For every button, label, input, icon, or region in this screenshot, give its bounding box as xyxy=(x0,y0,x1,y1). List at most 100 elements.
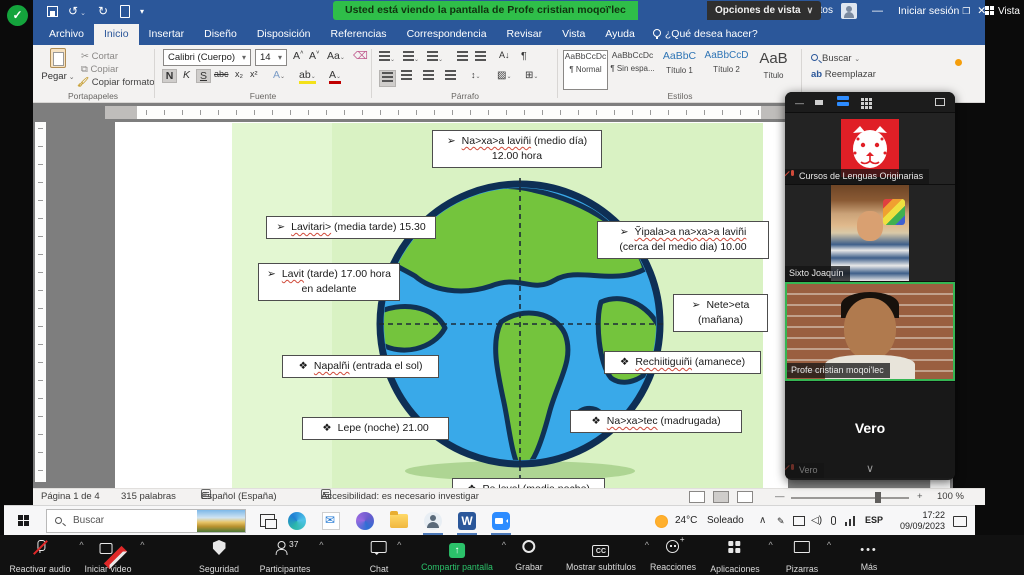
style-heading1[interactable]: AaBbCTítulo 1 xyxy=(657,50,702,90)
font-size-combo[interactable]: 14▾ xyxy=(255,49,287,66)
speaker-icon[interactable]: ◁) xyxy=(811,515,822,526)
chat-caret[interactable]: ^ xyxy=(397,540,401,550)
display-icon[interactable] xyxy=(793,516,805,526)
browser-profile-icon[interactable] xyxy=(356,512,374,530)
weather-sun-icon[interactable] xyxy=(655,515,668,528)
tab-archivo[interactable]: Archivo xyxy=(39,24,94,45)
weather-temp[interactable]: 24°C xyxy=(675,515,697,526)
label-tarde[interactable]: ➢Lavit (tarde) 17.00 hora en adelante xyxy=(258,263,400,301)
tab-diseno[interactable]: Diseño xyxy=(194,24,247,45)
share-screen-button[interactable]: ↑^ Compartir pantalla xyxy=(421,540,493,572)
meet-now-icon[interactable] xyxy=(424,512,442,530)
minimal-view-icon[interactable] xyxy=(815,100,823,105)
unmute-audio-button[interactable]: ^ Reactivar audio xyxy=(9,540,70,574)
borders-button[interactable]: ⊞⌄ xyxy=(525,70,538,81)
save-icon[interactable] xyxy=(47,6,58,17)
edge-browser-icon[interactable] xyxy=(288,512,306,530)
format-painter-button[interactable]: 🖌︎ Copiar formato xyxy=(77,77,155,88)
style-heading2[interactable]: AaBbCcDTítulo 2 xyxy=(704,50,749,90)
shading-button[interactable]: ▨⌄ xyxy=(497,70,511,81)
increase-indent-button[interactable] xyxy=(475,51,486,64)
label-noche[interactable]: ❖Lepe (noche) 21.00 xyxy=(302,417,449,440)
label-media-tarde[interactable]: ➢Lavitari> (media tarde) 15.30 xyxy=(266,216,436,239)
highlight-button[interactable]: ab⌄ xyxy=(299,69,316,84)
label-amanece[interactable]: ❖Rechiitiguiñi (amanece) xyxy=(604,351,761,374)
subscript-button[interactable]: x₂ xyxy=(235,69,243,79)
print-layout-icon[interactable] xyxy=(713,491,729,503)
language-tray[interactable]: ESP xyxy=(865,515,883,525)
search-highlight-image[interactable] xyxy=(197,510,245,532)
text-effects-button[interactable]: A⌄ xyxy=(273,69,285,81)
label-madrugada[interactable]: ❖Na>xa>tec (madrugada) xyxy=(570,410,742,433)
document-page[interactable]: ➢Na>xa>a laviñi (medio día) 12.00 hora ➢… xyxy=(115,122,788,488)
participant-tile-sixto[interactable]: Sixto Joaquín xyxy=(785,184,955,281)
zoom-percentage[interactable]: 100 % xyxy=(937,489,964,505)
task-view-icon[interactable] xyxy=(260,514,275,527)
mail-icon[interactable] xyxy=(322,512,340,530)
gallery-view-icon[interactable] xyxy=(861,98,872,109)
speaker-view-icon[interactable] xyxy=(837,96,849,108)
italic-button[interactable]: K xyxy=(180,69,193,81)
zoom-in-icon[interactable]: + xyxy=(917,489,923,505)
account-avatar[interactable] xyxy=(841,3,857,19)
tab-ayuda[interactable]: Ayuda xyxy=(595,24,645,45)
security-shield-icon[interactable]: ✓ xyxy=(7,5,28,26)
pen-icon[interactable]: ✎ xyxy=(777,516,785,527)
participant-tile-profe[interactable]: Profe cristian moqoi'lec xyxy=(785,281,955,381)
clock[interactable]: 17:22 09/09/2023 xyxy=(889,510,945,532)
bullets-button[interactable]: ⌄ xyxy=(379,51,395,64)
word-app-icon[interactable]: W xyxy=(458,512,476,530)
tab-disposicion[interactable]: Disposición xyxy=(247,24,321,45)
tab-referencias[interactable]: Referencias xyxy=(321,24,397,45)
tab-inicio[interactable]: Inicio xyxy=(94,24,139,45)
horizontal-ruler[interactable] xyxy=(105,106,787,119)
tell-me-box[interactable]: ¿Qué desea hacer? xyxy=(653,24,758,45)
minimize-panel-icon[interactable]: — xyxy=(795,98,804,108)
vertical-ruler[interactable] xyxy=(35,122,46,482)
grow-font-button[interactable]: A˄ xyxy=(293,50,304,62)
tray-expand-icon[interactable]: ∧ xyxy=(759,515,766,526)
view-options-button[interactable]: Opciones de vista∨ xyxy=(707,1,821,20)
label-entrada-sol[interactable]: ❖Napalñi (entrada el sol) xyxy=(282,355,439,378)
zoom-out-icon[interactable]: — xyxy=(775,489,785,505)
decrease-indent-button[interactable] xyxy=(457,51,468,64)
label-manana[interactable]: ➢Nete>eta (mañana) xyxy=(673,294,768,332)
superscript-button[interactable]: x² xyxy=(250,69,258,79)
tab-revisar[interactable]: Revisar xyxy=(497,24,553,45)
popout-panel-icon[interactable] xyxy=(935,98,945,106)
paste-button[interactable]: Pegar ⌄ xyxy=(41,48,75,90)
record-button[interactable]: Grabar xyxy=(515,540,542,572)
view-mode-button[interactable]: Vista xyxy=(985,6,1020,17)
network-icon[interactable] xyxy=(845,516,857,526)
bold-button[interactable]: N xyxy=(162,69,177,83)
align-right-button[interactable] xyxy=(423,70,434,83)
align-left-button[interactable] xyxy=(379,70,396,87)
label-cerca-mediodia[interactable]: ➢Ỹipala>a na>xa>a laviñi (cerca del medi… xyxy=(597,221,769,259)
underline-button[interactable]: S xyxy=(196,69,211,83)
apps-button[interactable]: ^ Aplicaciones xyxy=(710,540,759,574)
video-options-caret[interactable]: ^ xyxy=(140,540,144,550)
tab-insertar[interactable]: Insertar xyxy=(139,24,195,45)
file-explorer-icon[interactable] xyxy=(390,514,408,528)
security-button[interactable]: Seguridad xyxy=(199,540,239,574)
tab-correspondencia[interactable]: Correspondencia xyxy=(397,24,497,45)
taskbar-search-input[interactable]: Buscar xyxy=(46,509,246,533)
page-indicator[interactable]: Página 1 de 4 xyxy=(41,489,100,505)
label-mediodia[interactable]: ➢Na>xa>a laviñi (medio día) 12.00 hora xyxy=(432,130,602,168)
undo-icon[interactable]: ↺⌄ xyxy=(68,4,88,18)
new-document-icon[interactable] xyxy=(120,5,130,18)
window-minimize-icon[interactable]: — xyxy=(872,5,889,17)
signin-button[interactable]: Iniciar sesión ❐ ✕ xyxy=(898,5,986,17)
style-no-spacing[interactable]: AaBbCcDc¶ Sin espa... xyxy=(610,50,655,90)
line-spacing-button[interactable]: ↕⌄ xyxy=(471,70,481,80)
apps-caret[interactable]: ^ xyxy=(768,540,772,550)
align-center-button[interactable] xyxy=(401,70,412,83)
reactions-button[interactable]: Reacciones xyxy=(650,540,696,572)
participant-tile-vero[interactable]: Vero Vero ∨ xyxy=(785,381,955,478)
strikethrough-button[interactable]: abc xyxy=(214,69,229,79)
word-count[interactable]: 315 palabras xyxy=(121,489,176,505)
redo-icon[interactable]: ↻ xyxy=(98,4,110,18)
start-video-button[interactable]: ^ Iniciar video xyxy=(85,540,132,574)
replace-button[interactable]: ab Reemplazar xyxy=(811,69,876,80)
chevron-down-icon[interactable]: ∨ xyxy=(785,465,955,473)
